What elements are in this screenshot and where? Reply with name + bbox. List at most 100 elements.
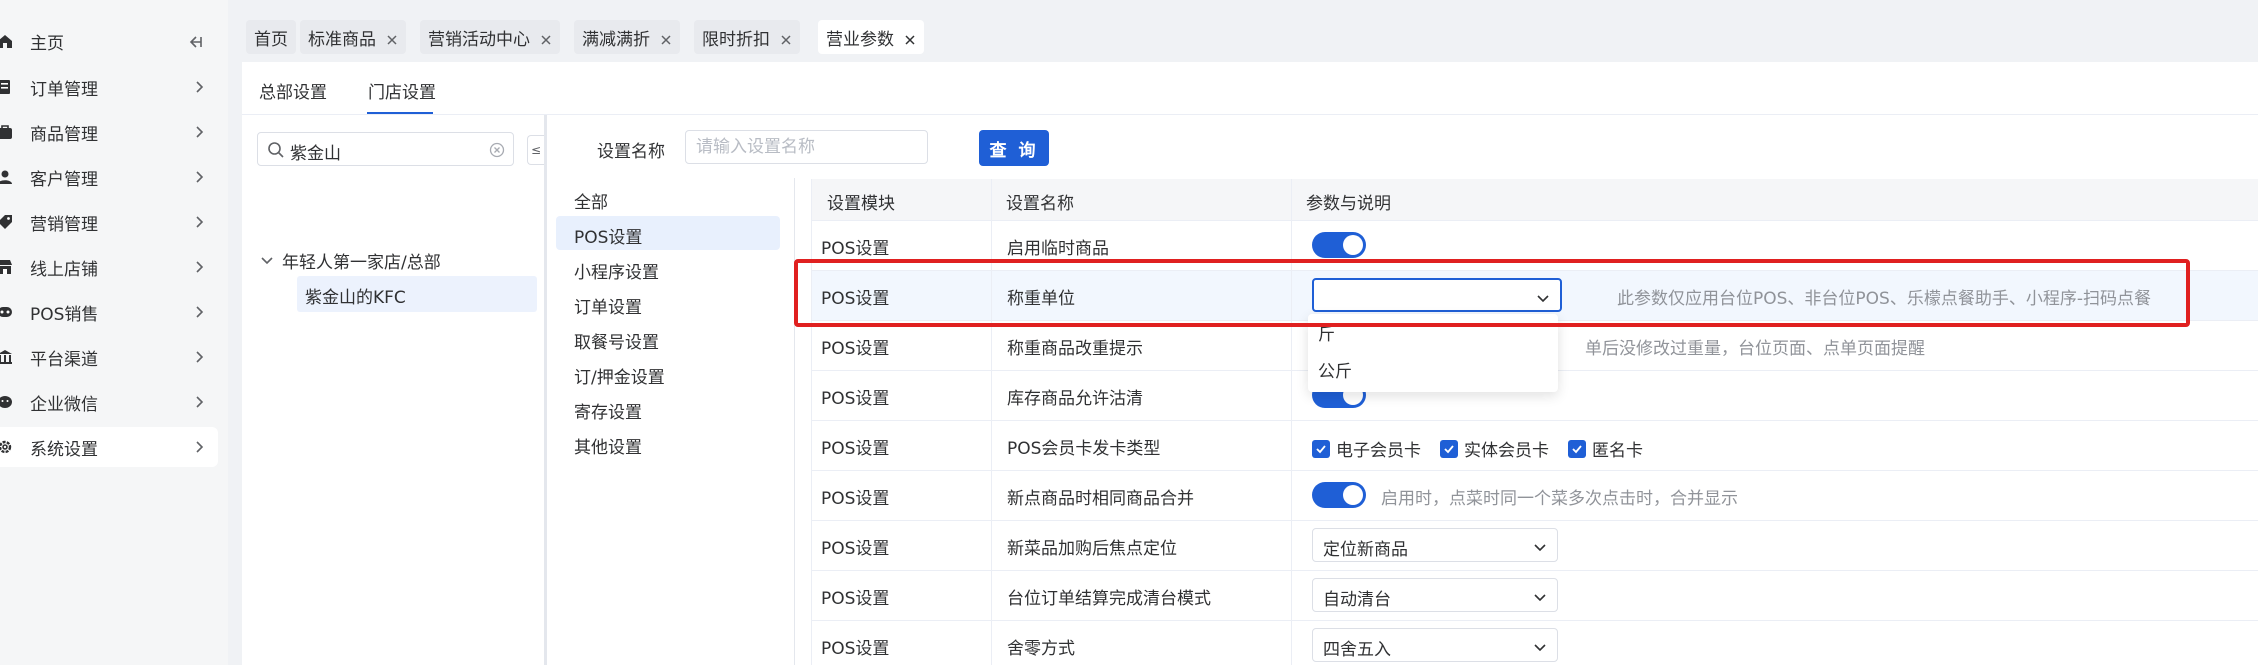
cell-name: 台位订单结算完成清台模式 <box>1007 589 1211 609</box>
nav-label: 订单管理 <box>30 79 98 100</box>
cell-module: POS设置 <box>821 539 890 559</box>
column-divider <box>991 179 992 665</box>
tab-marketing-center[interactable]: 营销活动中心 <box>420 20 560 54</box>
focus-position-select[interactable]: 定位新商品 <box>1312 528 1558 562</box>
settings-table: 设置模块 设置名称 参数与说明 POS设置 启用临时商品 POS设置 称重单位 … <box>811 179 2258 665</box>
query-button[interactable]: 查 询 <box>979 130 1049 166</box>
tab-limited-discount[interactable]: 限时折扣 <box>694 20 800 54</box>
weight-unit-select[interactable] <box>1312 278 1562 312</box>
tab-home[interactable]: 首页 <box>246 20 296 54</box>
table-header: 设置模块 设置名称 参数与说明 <box>811 179 2258 221</box>
chevron-down-icon <box>1533 639 1547 653</box>
chevron-down-icon[interactable] <box>260 252 274 266</box>
tab-full-reduction[interactable]: 满减满折 <box>574 20 680 54</box>
cell-module: POS设置 <box>821 489 890 509</box>
chevron-right-icon <box>192 349 206 363</box>
nav-item-pos-sales[interactable]: POS销售 <box>0 292 218 332</box>
subtab-hq-settings[interactable]: 总部设置 <box>259 78 327 103</box>
nav-item-marketing[interactable]: 营销管理 <box>0 202 218 242</box>
subtab-store-settings[interactable]: 门店设置 <box>368 78 436 103</box>
tab-standard-goods[interactable]: 标准商品 <box>300 20 406 54</box>
store-search-input[interactable]: 紫金山 <box>257 132 514 166</box>
pane-divider[interactable] <box>544 115 547 665</box>
category-item[interactable]: 小程序设置 <box>574 258 659 283</box>
chevron-right-icon <box>192 439 206 453</box>
checkbox-physical-card[interactable]: 实体会员卡 <box>1440 436 1549 461</box>
nav-item-customers[interactable]: 客户管理 <box>0 157 218 197</box>
column-header: 参数与说明 <box>1306 194 1391 214</box>
nav-item-wecom[interactable]: 企业微信 <box>0 382 218 422</box>
nav-item-goods[interactable]: 商品管理 <box>0 112 218 152</box>
category-item[interactable]: POS设置 <box>574 223 642 248</box>
tab-label: 营销活动中心 <box>428 29 530 50</box>
chevron-down-icon <box>1533 589 1547 603</box>
tree-node-child[interactable]: 紫金山的KFC <box>305 283 406 308</box>
category-item[interactable]: 其他设置 <box>574 433 642 458</box>
tab-label: 标准商品 <box>308 29 376 50</box>
table-row: POS设置 新菜品加购后焦点定位 定位新商品 <box>811 521 2258 571</box>
cell-name: 新菜品加购后焦点定位 <box>1007 539 1177 559</box>
category-item[interactable]: 全部 <box>574 188 608 213</box>
nav-item-system-settings[interactable]: 系统设置 <box>0 427 218 467</box>
goods-icon <box>0 123 14 141</box>
nav-label: 平台渠道 <box>30 349 98 370</box>
cell-name: 称重商品改重提示 <box>1007 339 1143 359</box>
search-icon <box>267 141 285 159</box>
close-icon[interactable] <box>660 31 672 45</box>
toggle-switch[interactable] <box>1312 482 1366 508</box>
table-row: POS设置 POS会员卡发卡类型 电子会员卡 实体会员卡 匿名卡 <box>811 421 2258 471</box>
chevron-right-icon <box>192 169 206 183</box>
check-icon <box>1440 439 1458 458</box>
cell-description: 启用时，点菜时同一个菜多次点击时，合并显示 <box>1381 489 1738 509</box>
category-item[interactable]: 寄存设置 <box>574 398 642 423</box>
rounding-select[interactable]: 四舍五入 <box>1312 628 1558 662</box>
tree-collapse-toggle[interactable]: ≤ <box>527 135 544 165</box>
clear-mode-select[interactable]: 自动清台 <box>1312 578 1558 612</box>
nav-item-platform-channels[interactable]: 平台渠道 <box>0 337 218 377</box>
pos-icon <box>0 303 14 321</box>
tree-node-root[interactable]: 年轻人第一家店/总部 <box>282 248 441 273</box>
column-divider <box>1291 179 1292 665</box>
chevron-right-icon <box>192 124 206 138</box>
tab-label: 满减满折 <box>582 29 650 50</box>
close-icon[interactable] <box>386 31 398 45</box>
nav-item-home[interactable]: 主页 <box>0 21 218 61</box>
toggle-switch[interactable] <box>1312 232 1366 258</box>
cell-name: 舍零方式 <box>1007 639 1075 659</box>
dropdown-option[interactable]: 斤 <box>1318 320 1335 345</box>
tab-label: 限时折扣 <box>702 29 770 50</box>
clear-icon[interactable] <box>489 142 505 158</box>
cell-description: 单后没修改过重量，台位页面、点单页面提醒 <box>1585 339 1925 359</box>
cell-module: POS设置 <box>821 639 890 659</box>
setting-name-input[interactable] <box>685 130 928 164</box>
nav-label: 营销管理 <box>30 214 98 235</box>
nav-label: 商品管理 <box>30 124 98 145</box>
sidebar: 主页 订单管理 商品管理 客户管理 营销管理 线上店铺 POS销售 平台渠道 企… <box>0 0 228 665</box>
chevron-right-icon <box>192 259 206 273</box>
collapse-sidebar-icon[interactable] <box>186 33 204 51</box>
checkbox-e-card[interactable]: 电子会员卡 <box>1312 436 1421 461</box>
close-icon[interactable] <box>540 31 552 45</box>
tag-icon <box>0 213 14 231</box>
nav-item-online-store[interactable]: 线上店铺 <box>0 247 218 287</box>
category-item[interactable]: 订单设置 <box>574 293 642 318</box>
cell-name: 启用临时商品 <box>1007 239 1109 259</box>
close-icon[interactable] <box>904 31 916 45</box>
filter-label: 设置名称 <box>597 142 665 162</box>
tab-business-params[interactable]: 营业参数 <box>818 20 924 54</box>
close-icon[interactable] <box>780 31 792 45</box>
check-icon <box>1312 439 1330 458</box>
tab-bar: 首页 标准商品 营销活动中心 满减满折 限时折扣 营业参数 <box>228 0 2258 62</box>
select-value: 四舍五入 <box>1323 640 1391 660</box>
nav-item-orders[interactable]: 订单管理 <box>0 67 218 107</box>
dropdown-option[interactable]: 公斤 <box>1318 357 1352 382</box>
category-item[interactable]: 订/押金设置 <box>574 363 665 388</box>
checkbox-anonymous-card[interactable]: 匿名卡 <box>1568 436 1643 461</box>
category-item[interactable]: 取餐号设置 <box>574 328 659 353</box>
chevron-down-icon <box>1536 290 1550 304</box>
nav-label: 主页 <box>30 33 64 54</box>
chevron-right-icon <box>192 394 206 408</box>
cell-module: POS设置 <box>821 589 890 609</box>
select-value: 自动清台 <box>1323 590 1391 610</box>
tab-label: 营业参数 <box>826 29 894 50</box>
